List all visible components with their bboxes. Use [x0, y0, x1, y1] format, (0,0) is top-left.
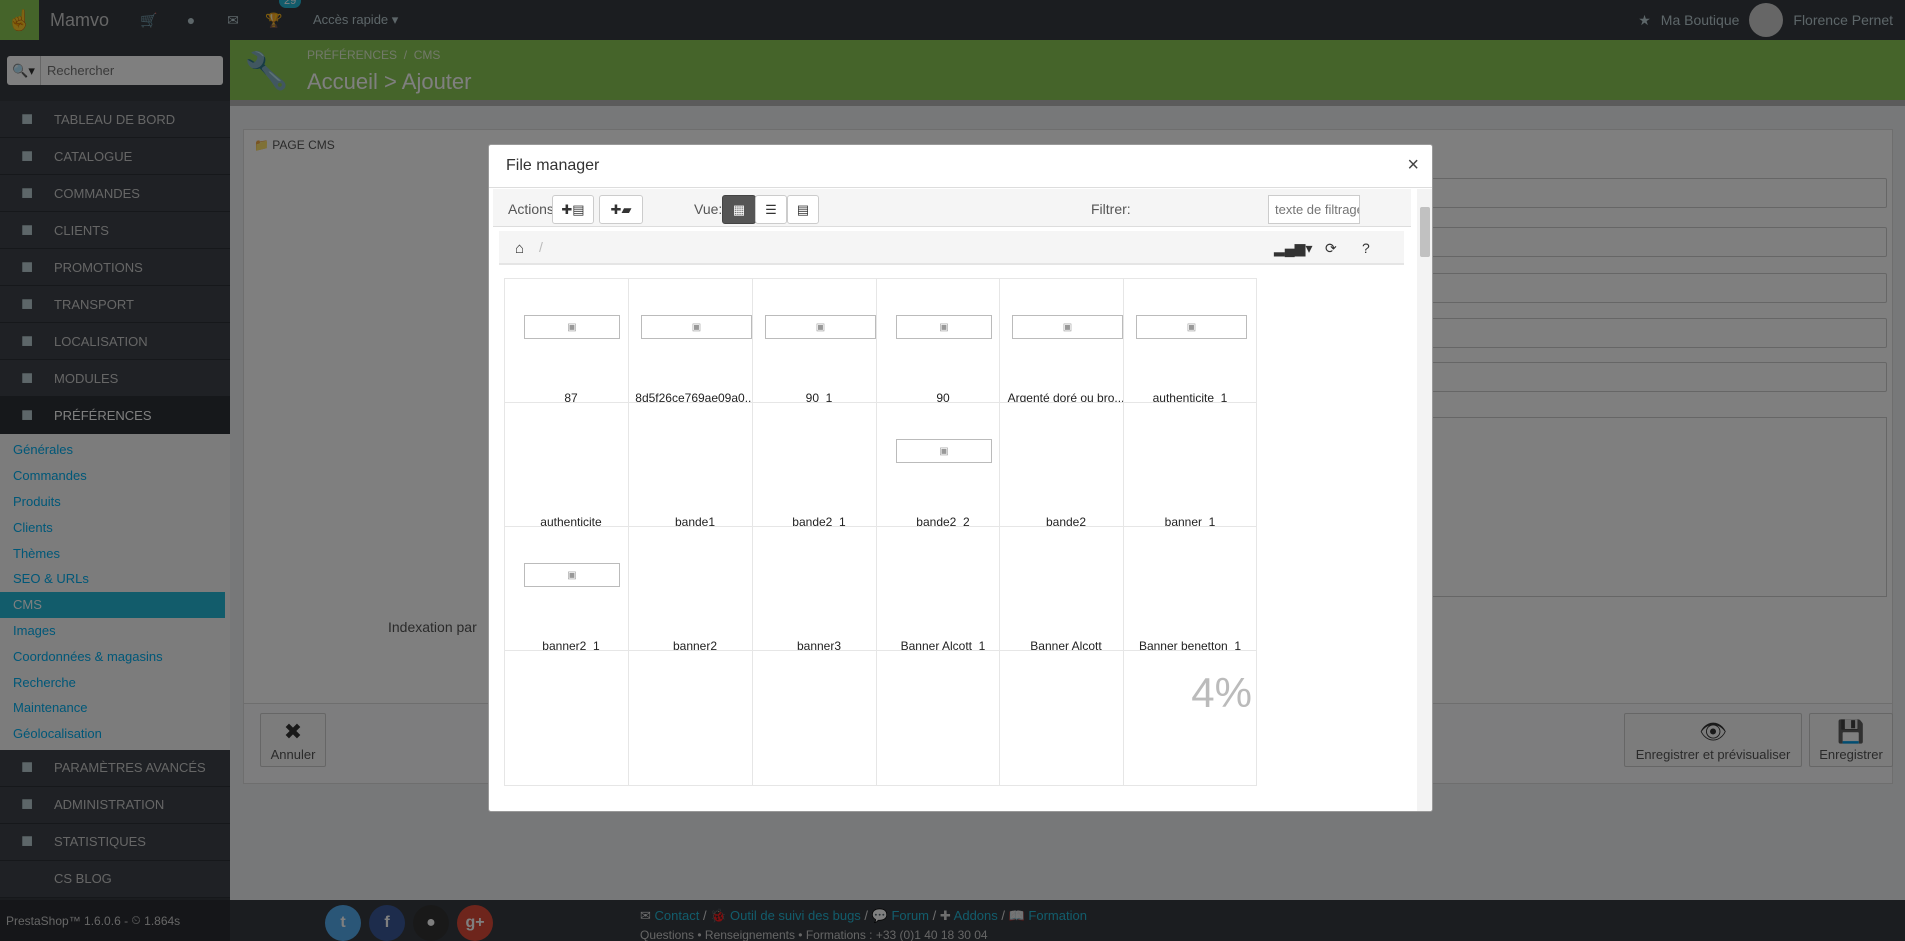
file-item[interactable]: banner_1	[1123, 402, 1257, 538]
file-manager-modal: File manager × Actions: ✚▤ ✚▰ Vue: ▦ ☰ ▤…	[488, 144, 1433, 812]
list-view-button[interactable]: ☰	[755, 195, 787, 224]
file-item[interactable]: ▣ 8d5f26ce769ae09a0...	[628, 278, 762, 414]
columns-view-button[interactable]: ▤	[787, 195, 819, 224]
help-icon[interactable]: ?	[1362, 240, 1370, 256]
file-toolbar: Actions: ✚▤ ✚▰ Vue: ▦ ☰ ▤ Filtrer:	[493, 189, 1411, 227]
file-item[interactable]	[876, 650, 1010, 786]
file-grid: ▣ 87 ▣ 8d5f26ce769ae09a0... ▣ 90_1 ▣ 90 ▣ Argenté…	[504, 278, 1404, 811]
th-list-icon: ▤	[796, 201, 810, 217]
file-item[interactable]: banner2	[628, 526, 762, 662]
th-icon: ▦	[732, 201, 746, 217]
image-thumbnail: ▣	[1136, 315, 1247, 339]
file-item[interactable]: ▣ Argenté doré ou bro...	[999, 278, 1133, 414]
sort-button[interactable]: ▂▄▆▾	[1274, 240, 1312, 257]
image-thumbnail: ▣	[896, 439, 992, 463]
scrollbar-thumb[interactable]	[1420, 207, 1430, 257]
file-item[interactable]: bande2	[999, 402, 1133, 538]
modal-title: File manager	[506, 157, 600, 174]
refresh-icon[interactable]: ⟳	[1325, 240, 1337, 257]
view-label: Vue:	[694, 201, 723, 217]
file-item[interactable]: bande1	[628, 402, 762, 538]
image-thumbnail: ▣	[524, 563, 620, 587]
modal-scrollbar[interactable]	[1417, 189, 1432, 811]
plus-folder-icon: ✚▰	[610, 201, 632, 217]
image-thumbnail: ▣	[765, 315, 876, 339]
file-item[interactable]: Banner Alcott_1	[876, 526, 1010, 662]
image-thumbnail: ▣	[641, 315, 752, 339]
image-thumbnail: ▣	[524, 315, 620, 339]
upload-file-button[interactable]: ✚▤	[552, 195, 594, 224]
file-item[interactable]: authenticite	[504, 402, 638, 538]
image-thumbnail: ▣	[1012, 315, 1123, 339]
file-item[interactable]: ▣ authenticite_1	[1123, 278, 1257, 414]
close-icon[interactable]: ×	[1407, 154, 1419, 177]
file-item[interactable]: ▣ banner2_1	[504, 526, 638, 662]
plus-file-icon: ✚▤	[561, 201, 585, 217]
path-separator: /	[539, 239, 543, 255]
file-item[interactable]: ▣ 90	[876, 278, 1010, 414]
file-item[interactable]: Banner benetton_1	[1123, 526, 1257, 662]
file-item[interactable]: ▣ 87	[504, 278, 638, 414]
file-item[interactable]: ▣ 90_1	[752, 278, 886, 414]
home-icon[interactable]: ⌂	[515, 240, 524, 257]
filter-label: Filtrer:	[1091, 201, 1131, 217]
signal-icon: ▂▄▆	[1274, 240, 1306, 256]
list-icon: ☰	[765, 201, 777, 217]
file-item[interactable]	[999, 650, 1133, 786]
file-item[interactable]: 4%	[1123, 650, 1257, 786]
file-item[interactable]	[628, 650, 762, 786]
file-item[interactable]	[752, 650, 886, 786]
file-item[interactable]: Banner Alcott	[999, 526, 1133, 662]
actions-label: Actions:	[508, 201, 558, 217]
filter-input[interactable]	[1268, 195, 1360, 224]
grid-view-button[interactable]: ▦	[722, 195, 756, 224]
file-item[interactable]: banner3	[752, 526, 886, 662]
file-item[interactable]: bande2_1	[752, 402, 886, 538]
file-item[interactable]	[504, 650, 638, 786]
modal-divider	[489, 187, 1432, 188]
path-bar: ⌂ / ▂▄▆▾ ⟳ ?	[499, 231, 1404, 265]
file-item[interactable]: ▣ bande2_2	[876, 402, 1010, 538]
loading-percentage: 4%	[1191, 669, 1252, 716]
image-thumbnail: ▣	[896, 315, 992, 339]
new-folder-button[interactable]: ✚▰	[599, 195, 643, 224]
